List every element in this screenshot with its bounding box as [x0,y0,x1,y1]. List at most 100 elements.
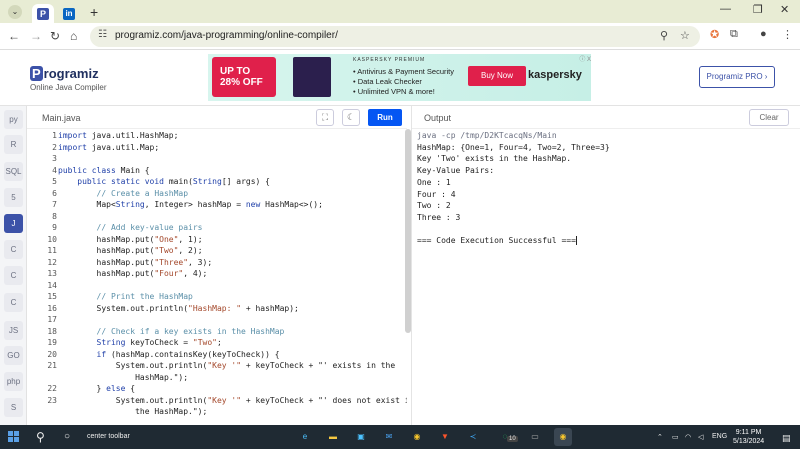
output-console[interactable]: java -cp /tmp/D2KTcacqNs/Main HashMap: {O… [412,129,800,425]
line-number: 11 [47,246,57,255]
output-line: Key 'Two' exists in the HashMap. [417,154,572,164]
java-icon[interactable]: J [4,214,23,233]
code-line[interactable]: Map<String, Integer> hashMap = new HashM… [58,200,323,209]
code-line[interactable]: // Create a HashMap [58,189,189,198]
programiz-pro-button[interactable]: Programiz PRO › [699,66,775,88]
file-name-tab[interactable]: Main.java [42,113,81,123]
dark-mode-icon[interactable]: ☾ [342,109,360,126]
code-line[interactable]: // Check if a key exists in the HashMap [58,327,285,336]
kaspersky-ad-banner[interactable]: UP TO 28% OFF KASPERSKY PREMIUM • Antivir… [208,54,591,101]
code-line[interactable]: } else { [58,384,136,393]
tab-linkedin[interactable]: in [58,4,80,23]
ad-buy-now-button[interactable]: Buy Now [468,66,526,86]
code-line[interactable]: import java.util.Map; [58,143,159,152]
search-icon[interactable]: ⚲ [36,430,45,444]
edge-icon[interactable]: e [296,428,314,446]
code-line[interactable]: hashMap.put("Two", 2); [58,246,203,255]
sql-icon[interactable]: SQL [4,162,23,181]
site-info-icon[interactable]: ☷ [98,29,107,40]
chrome-active-icon[interactable]: ◉ [554,428,572,446]
code-line[interactable]: hashMap.put("Three", 3); [58,258,213,267]
ad-feature: • Unlimited VPN & more! [353,87,435,96]
code-line[interactable]: public static void main(String[] args) { [58,177,270,186]
code-line[interactable]: the HashMap."); [58,407,207,416]
reload-icon[interactable]: ↻ [50,29,60,43]
more-menu-icon[interactable]: ⋮ [782,28,793,41]
minimize-icon[interactable]: — [720,3,731,15]
clear-button[interactable]: Clear [749,109,789,126]
fullscreen-icon[interactable]: ⛶ [316,109,334,126]
r-icon[interactable]: R [4,135,23,154]
line-number: 17 [47,315,57,324]
back-icon[interactable]: ← [8,29,20,43]
cpp-icon[interactable]: C [4,266,23,285]
ad-close-icon[interactable]: ⓘ X [579,54,591,63]
wifi-icon[interactable]: ◠ [685,433,691,441]
brave-icon[interactable]: ▼ [436,428,454,446]
tray-overflow-icon[interactable]: ⌃ [657,433,663,441]
store-icon[interactable]: ▣ [352,428,370,446]
taskbar-search-text[interactable]: center toolbar [87,433,130,440]
code-line[interactable]: HashMap."); [58,373,188,382]
swift-icon[interactable]: S [4,398,23,417]
javascript-icon[interactable]: JS [4,321,23,340]
terminal-icon[interactable]: ▭ [526,428,544,446]
code-line[interactable]: // Print the HashMap [58,292,193,301]
home-icon[interactable]: ⌂ [70,29,77,43]
c-icon[interactable]: C [4,240,23,259]
csharp-icon[interactable]: C [4,293,23,312]
taskbar-clock[interactable]: 9:11 PM 5/13/2024 [733,428,764,446]
tab-list-icon[interactable]: ⌄ [8,4,22,19]
code-line[interactable]: if (hashMap.containsKey(keyToCheck)) { [58,350,280,359]
code-line[interactable]: hashMap.put("One", 1); [58,235,203,244]
vscode-icon[interactable]: ≺ [464,428,482,446]
volume-icon[interactable]: ◁ [698,433,703,441]
windows-start-icon[interactable] [8,431,20,443]
tab-programiz[interactable]: P [32,4,54,23]
chrome-icon[interactable]: ◉ [408,428,426,446]
code-line[interactable]: String keyToCheck = "Two"; [58,338,222,347]
line-number: 15 [47,292,57,301]
python-icon[interactable]: py [4,110,23,129]
output-line: Key-Value Pairs: [417,166,495,176]
ad-brand: kaspersky [528,69,582,81]
code-line[interactable]: System.out.println("HashMap: " + hashMap… [58,304,299,313]
language-indicator[interactable]: ENG [712,433,727,440]
code-line[interactable]: public class Main { [58,166,150,175]
output-label: Output [424,113,452,123]
programiz-logo[interactable]: Programiz [30,66,99,81]
restore-icon[interactable]: ❐ [753,3,763,16]
html-icon[interactable]: 5 [4,188,23,207]
go-icon[interactable]: GO [4,346,23,365]
file-explorer-icon[interactable]: ▬ [324,428,342,446]
php-icon[interactable]: php [4,372,23,391]
code-line[interactable]: hashMap.put("Four", 4); [58,269,208,278]
page-subtitle: Online Java Compiler [30,83,107,92]
extensions-puzzle-icon[interactable]: ⧉ [730,28,738,41]
run-button[interactable]: Run [368,109,402,126]
profile-avatar-icon[interactable]: ● [760,28,767,40]
output-line: Four : 4 [417,189,456,199]
cortana-icon[interactable]: ○ [64,431,70,442]
ad-deal-line2: 28% OFF [220,77,263,88]
new-tab-icon[interactable]: + [90,4,98,20]
zoom-search-icon[interactable]: ⚲ [660,29,668,42]
code-editor[interactable]: 1 import java.util.HashMap; 2 import java.u… [27,129,407,425]
forward-icon[interactable]: → [30,29,42,43]
mail-icon[interactable]: ✉ [380,428,398,446]
omnibox[interactable]: ☷ programiz.com/java-programming/online-… [90,26,700,47]
close-window-icon[interactable]: ✕ [780,3,789,16]
battery-icon[interactable]: ▭ [672,433,679,441]
line-number: 14 [47,280,57,290]
bookmark-star-icon[interactable]: ☆ [680,29,690,42]
code-line[interactable]: System.out.println("Key '" + keyToCheck … [58,396,407,405]
code-line[interactable]: System.out.println("Key '" + keyToCheck … [58,361,395,370]
code-line[interactable]: import java.util.HashMap; [58,131,178,140]
line-number: 5 [52,177,57,186]
programiz-favicon-icon: P [37,7,49,20]
line-number: 23 [47,395,57,405]
extension-icon[interactable]: ✪ [710,28,719,41]
notifications-icon[interactable]: ▤ [782,433,791,444]
code-line[interactable]: // Add key-value pairs [58,223,203,232]
line-number: 3 [52,154,57,163]
